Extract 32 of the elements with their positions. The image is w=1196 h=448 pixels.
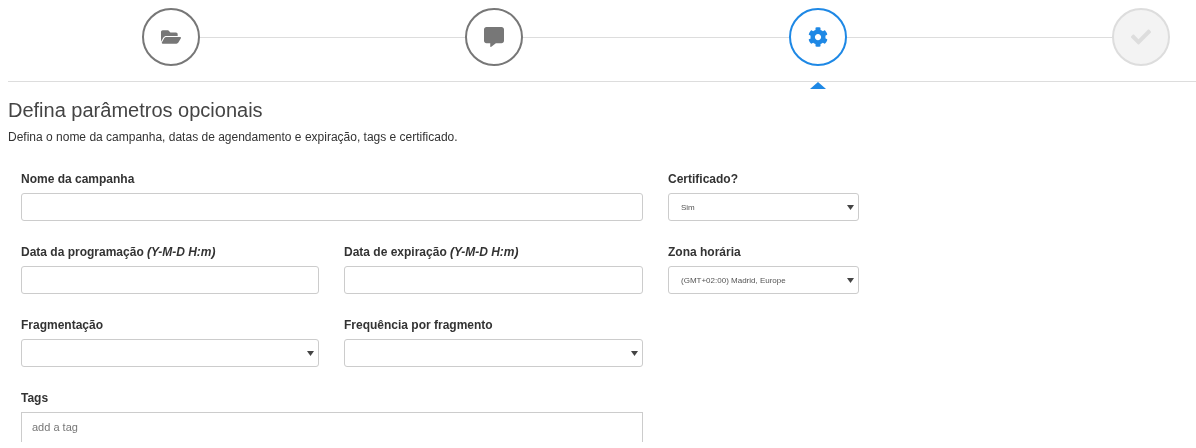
- field-label: Frequência por fragmento: [344, 318, 494, 331]
- settings-icon: [807, 27, 828, 47]
- field-label: Data de expiração (Y-M-D H:m): [344, 245, 520, 258]
- tags-placeholder: add a tag: [32, 421, 78, 433]
- field-label: Nome da campanha: [21, 172, 136, 185]
- dropdown-value: (GMT+02:00) Madrid, Europe: [681, 275, 786, 285]
- active-step-pointer: [809, 82, 826, 89]
- text-field[interactable]: [21, 266, 319, 294]
- folder-icon: [161, 27, 181, 47]
- dropdown-field[interactable]: [21, 339, 319, 367]
- dropdown-field[interactable]: (GMT+02:00) Madrid, Europe: [668, 266, 859, 294]
- text-field[interactable]: [21, 193, 643, 221]
- dropdown-arrow-icon: [847, 204, 854, 210]
- field-label: Tags: [21, 391, 50, 404]
- field-label: Certificado?: [668, 172, 739, 185]
- tags-field[interactable]: add a tag: [21, 412, 643, 442]
- field-label: Data da programação (Y-M-D H:m): [21, 245, 217, 258]
- dropdown-arrow-icon: [847, 277, 854, 283]
- dropdown-arrow-icon: [631, 350, 638, 356]
- text-field[interactable]: [344, 266, 643, 294]
- page-description: Defina o nome da campanha, datas de agendamento e expiração, tags e certificado.: [8, 130, 459, 144]
- speech-bubble-icon: [484, 27, 505, 47]
- dropdown-field[interactable]: Sim: [668, 193, 859, 221]
- step-circle[interactable]: [142, 8, 200, 66]
- field-label: Zona horária: [668, 245, 742, 258]
- page-heading: Defina parâmetros opcionais: [8, 98, 264, 122]
- dropdown-field[interactable]: [344, 339, 643, 367]
- field-label: Fragmentação: [21, 318, 105, 331]
- dropdown-value: Sim: [681, 202, 695, 212]
- dropdown-arrow-icon: [307, 350, 314, 356]
- step-circle[interactable]: [465, 8, 524, 66]
- step-circle[interactable]: [788, 8, 847, 66]
